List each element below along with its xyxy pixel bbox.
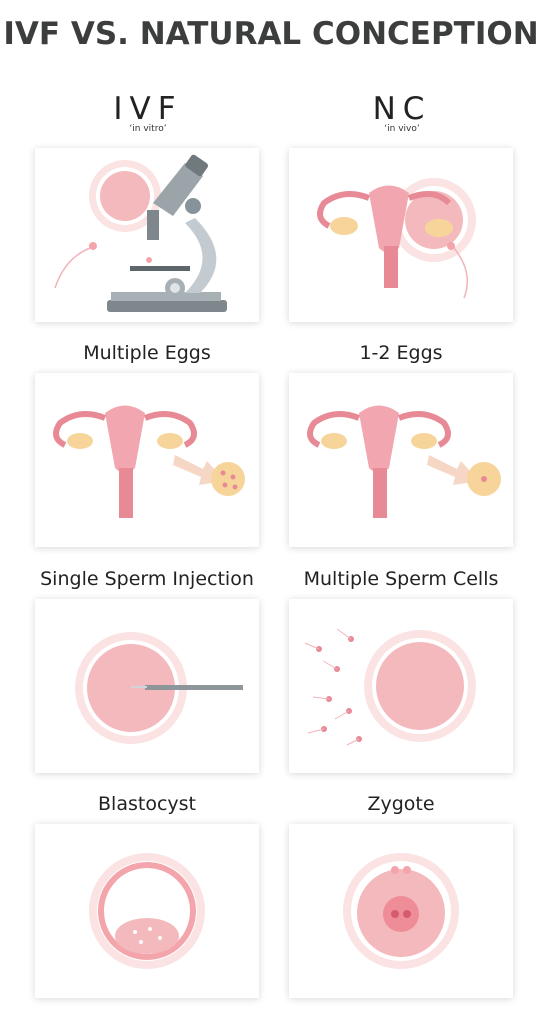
nc-column-heading: NC ‘in vivo’ [277, 92, 527, 134]
natural-conception-illustration [317, 178, 476, 299]
microscope-illustration [54, 154, 227, 312]
one-two-eggs-label: 1-2 Eggs [359, 342, 443, 364]
ivf-injection-card [35, 599, 259, 773]
multiple-sperm-cells-label: Multiple Sperm Cells [303, 568, 499, 590]
nc-heading: NC [372, 91, 432, 127]
zygote-label: Zygote [367, 793, 435, 815]
single-sperm-injection-illustration [75, 632, 243, 744]
page-title: IVF VS. NATURAL CONCEPTION [3, 16, 539, 52]
ivf-microscope-card [35, 148, 259, 322]
ivf-heading: IVF [113, 91, 183, 127]
ivf-multiple-eggs-card [35, 373, 259, 547]
nc-zygote-card [289, 824, 513, 998]
nc-subheading: ‘in vivo’ [384, 124, 420, 134]
nc-one-two-eggs-card [289, 373, 513, 547]
blastocyst-label: Blastocyst [98, 793, 196, 815]
ivf-blastocyst-card [35, 824, 259, 998]
nc-natural-card [289, 148, 513, 322]
multiple-sperm-cells-illustration [304, 628, 476, 746]
blastocyst-illustration [89, 853, 205, 969]
multiple-eggs-illustration [53, 405, 245, 518]
multiple-eggs-label: Multiple Eggs [83, 342, 211, 364]
single-sperm-injection-label: Single Sperm Injection [40, 568, 254, 590]
zygote-illustration [343, 853, 459, 969]
ivf-subheading: ‘in vitro’ [129, 124, 167, 134]
nc-sperm-cells-card [289, 599, 513, 773]
ivf-column-heading: IVF ‘in vitro’ [23, 92, 273, 134]
one-two-eggs-illustration [307, 405, 501, 518]
